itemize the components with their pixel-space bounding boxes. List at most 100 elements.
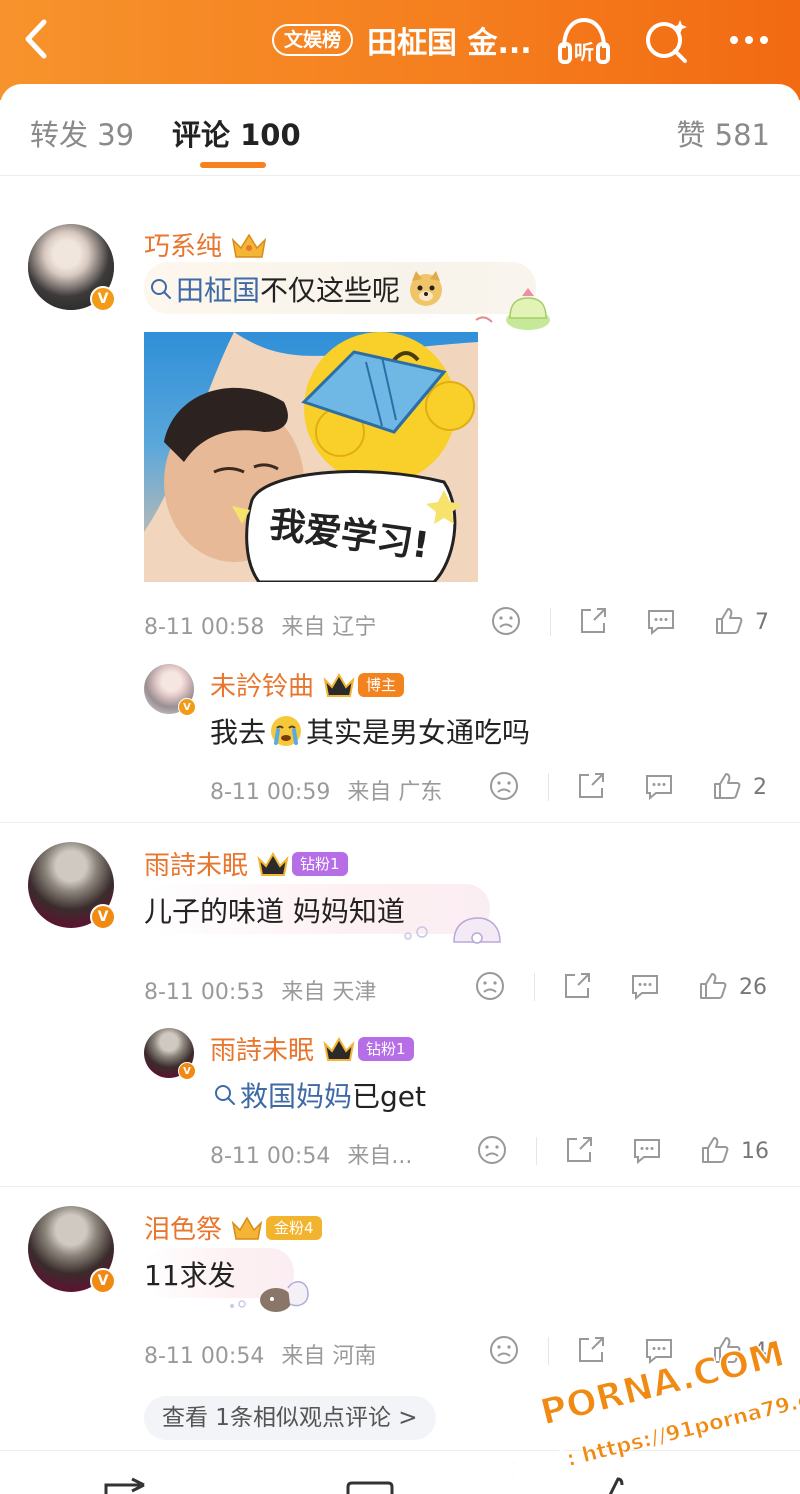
like-button[interactable] [713, 605, 747, 639]
share-icon [581, 608, 606, 633]
back-button[interactable] [16, 14, 60, 64]
user-tag: 钻粉1 [292, 851, 348, 876]
listen-button[interactable]: 听 [556, 14, 612, 66]
crown-icon [323, 1036, 355, 1061]
verified-icon: V [90, 286, 116, 312]
reply-button[interactable] [629, 970, 663, 1004]
avatar[interactable]: V [28, 1206, 116, 1294]
more-button[interactable] [724, 14, 780, 66]
share-button[interactable] [575, 1334, 609, 1368]
topic-text: 田柾国 [176, 274, 261, 307]
topic-link[interactable]: 救国妈妈 [214, 1075, 352, 1115]
comment-actions: 16 [476, 1134, 769, 1168]
search-icon [151, 279, 171, 299]
thumbs-up-icon[interactable] [600, 1477, 630, 1494]
more-icon [730, 36, 768, 44]
comment-actions: 7 [490, 605, 769, 639]
avatar[interactable]: V [28, 842, 116, 930]
frown-face-icon [476, 972, 504, 1000]
comment-icon [634, 1139, 660, 1165]
avatar[interactable]: V [28, 224, 116, 312]
crown-icon [323, 672, 355, 697]
repost-icon[interactable] [100, 1477, 156, 1494]
tab-comment[interactable]: 评论 100 [172, 112, 301, 154]
illustration-image: 我爱学习! [144, 332, 478, 582]
avatar[interactable]: V [144, 1028, 196, 1080]
comment-username[interactable]: 泪色祭 金粉4 [144, 1209, 322, 1246]
comment-actions: 4 [488, 1334, 767, 1368]
like-button[interactable] [711, 1334, 745, 1368]
action-separator [536, 1137, 537, 1165]
headphones-icon: 听 [558, 17, 610, 64]
tab-active-underline [200, 162, 266, 168]
reply-button[interactable] [643, 770, 677, 804]
search-button[interactable] [640, 14, 696, 66]
dislike-button[interactable] [490, 605, 524, 639]
comment-location: 来自 天津 [281, 980, 377, 1005]
reply-button[interactable] [645, 605, 679, 639]
like-button[interactable] [697, 970, 731, 1004]
action-separator [550, 608, 551, 636]
thumbs-up-icon [714, 773, 741, 799]
like-count: 2 [753, 774, 767, 800]
verified-icon: V [90, 1268, 116, 1294]
crying-emoji-icon [271, 716, 302, 746]
like-count: 26 [739, 974, 767, 1000]
share-icon [567, 1137, 592, 1162]
comment-actions: 2 [488, 770, 767, 804]
comment-time: 8-11 00:53 [144, 980, 265, 1005]
comment-icon [632, 975, 658, 1001]
share-button[interactable] [577, 605, 611, 639]
action-separator [548, 773, 549, 801]
comment-username[interactable]: 巧系纯 [144, 226, 268, 263]
username-text: 巧系纯 [144, 232, 223, 262]
comment-image[interactable]: 我爱学习! [144, 332, 478, 582]
reply-button[interactable] [631, 1134, 665, 1168]
comment-divider [0, 1186, 800, 1187]
comment-location: 来自... [347, 1144, 413, 1169]
comment-divider [0, 822, 800, 823]
comment-body: 儿子的味道 妈妈知道 [144, 895, 405, 928]
username-text: 泪色祭 [144, 1215, 223, 1245]
share-icon [565, 973, 590, 998]
topic-link[interactable]: 田柾国 [150, 269, 260, 309]
comment-meta: 8-11 00:54 来自 河南 [144, 1338, 376, 1370]
frown-face-icon [490, 1336, 518, 1364]
comment-body: 不仅这些呢 [260, 274, 401, 307]
user-tag: 钻粉1 [358, 1036, 414, 1061]
tab-bar: 转发 39 评论 100 赞 581 [0, 84, 800, 176]
frown-face-icon [492, 607, 520, 635]
chevron-left-icon [25, 19, 47, 59]
dislike-button[interactable] [474, 970, 508, 1004]
tab-repost[interactable]: 转发 39 [30, 112, 134, 154]
like-button[interactable] [711, 770, 745, 804]
like-button[interactable] [699, 1134, 733, 1168]
action-separator [548, 1337, 549, 1365]
title-area[interactable]: 文娱榜 田柾国 金... [272, 18, 532, 62]
tab-like[interactable]: 赞 581 [676, 112, 770, 154]
comment-username[interactable]: 未訡铃曲 博主 [210, 666, 405, 703]
share-button[interactable] [561, 970, 595, 1004]
dislike-button[interactable] [476, 1134, 510, 1168]
comment-meta: 8-11 00:54 来自... [210, 1138, 412, 1170]
reply-button[interactable] [643, 1334, 677, 1368]
user-tag: 博主 [358, 672, 405, 697]
share-button[interactable] [563, 1134, 597, 1168]
action-separator [534, 973, 535, 1001]
share-icon [579, 1337, 604, 1362]
thumbs-up-icon [716, 608, 743, 634]
hot-list-badge[interactable]: 文娱榜 [272, 24, 354, 56]
comment-time: 8-11 00:54 [210, 1144, 331, 1169]
cake-sticker-icon [475, 288, 550, 330]
comment-username[interactable]: 雨詩未眠 钻粉1 [210, 1030, 414, 1067]
avatar[interactable]: V [144, 664, 196, 716]
comment-icon[interactable] [344, 1481, 400, 1494]
comment-username[interactable]: 雨詩未眠 钻粉1 [144, 845, 348, 882]
view-similar-comments-button[interactable]: 查看 1条相似观点评论 > [144, 1396, 436, 1440]
thumbs-up-icon [702, 1137, 729, 1163]
comment-text: 救国妈妈 已get [214, 1074, 426, 1116]
dislike-button[interactable] [488, 770, 522, 804]
share-button[interactable] [575, 770, 609, 804]
comment-meta: 8-11 00:53 来自 天津 [144, 974, 376, 1006]
dislike-button[interactable] [488, 1334, 522, 1368]
